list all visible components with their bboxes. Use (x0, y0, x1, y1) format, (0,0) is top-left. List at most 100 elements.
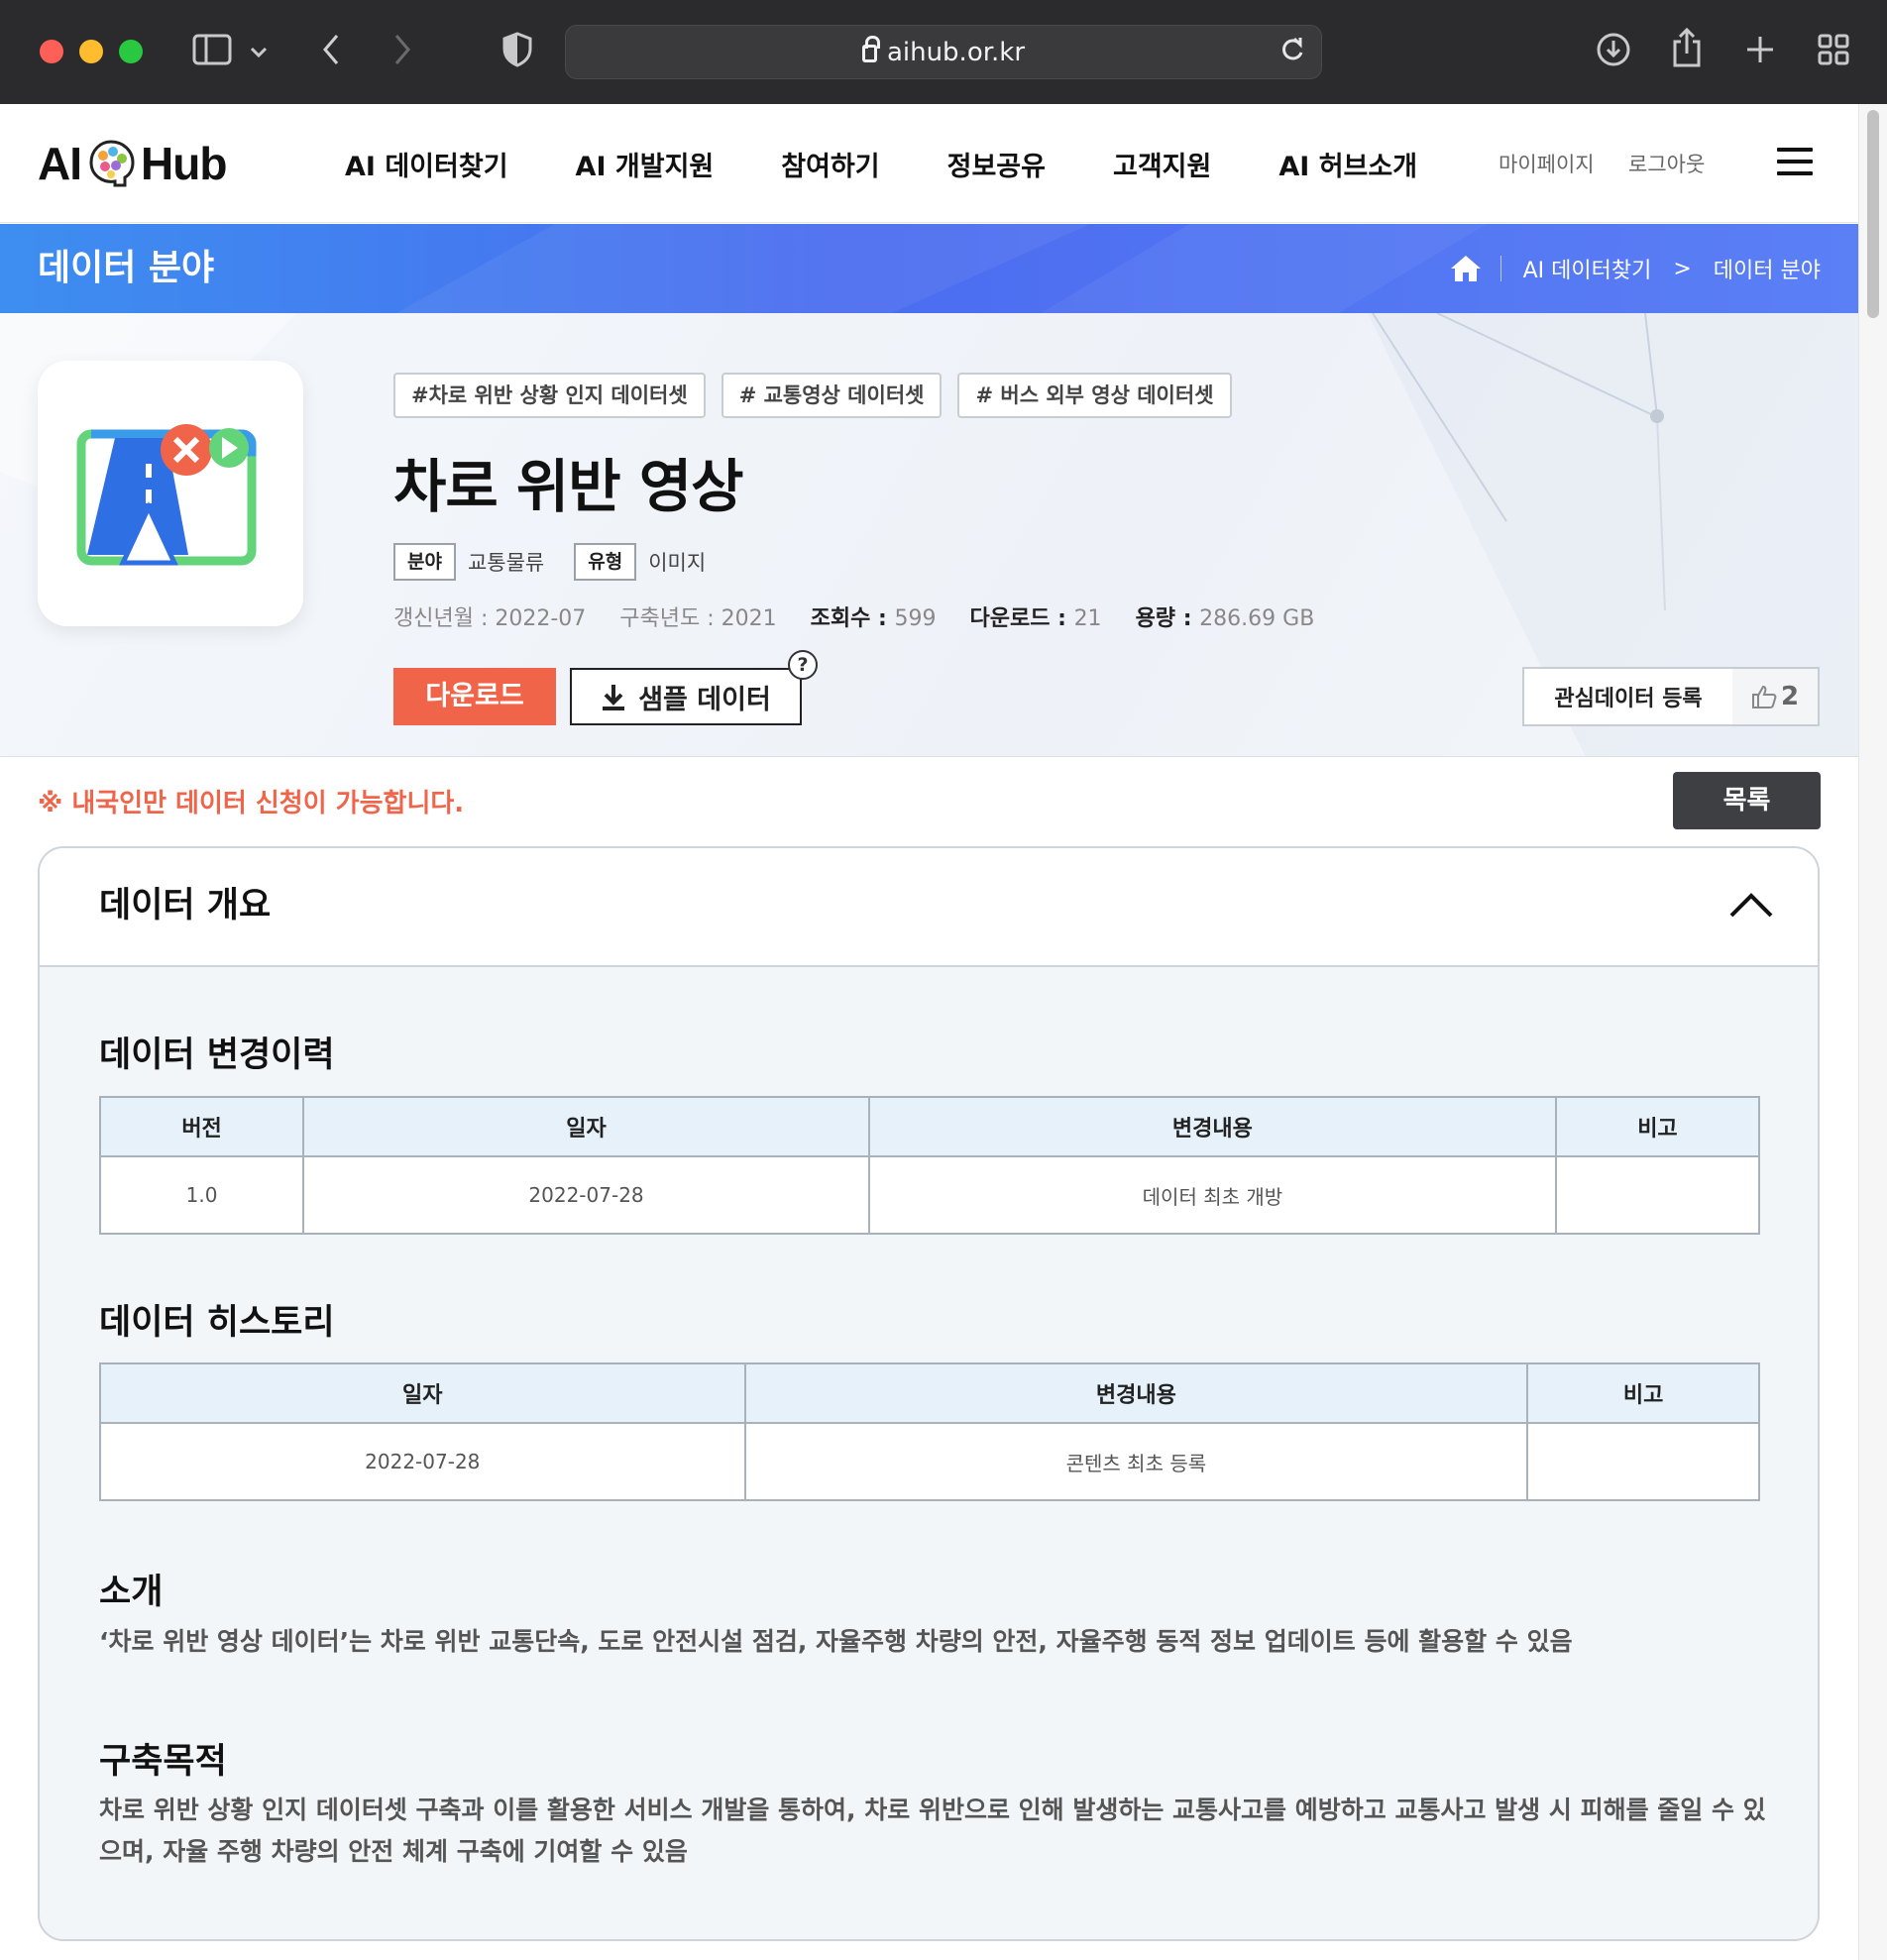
tab-overview-icon[interactable] (1812, 28, 1855, 71)
nav-participate[interactable]: 참여하기 (781, 145, 879, 183)
download-button[interactable]: 다운로드 (393, 668, 556, 725)
nav-about-aihub[interactable]: AI 허브소개 (1278, 145, 1417, 183)
list-button[interactable]: 목록 (1673, 772, 1821, 829)
type-value: 이미지 (648, 551, 707, 575)
page-scrollbar[interactable] (1858, 104, 1887, 1960)
logo-text-hub: Hub (141, 138, 227, 189)
sidebar-toggle-icon[interactable] (190, 28, 234, 71)
intro-text: ‘차로 위반 영상 데이터’는 차로 위반 교통단속, 도로 안전시설 점검, … (99, 1627, 1573, 1656)
sample-data-button[interactable]: 샘플 데이터 (570, 668, 802, 725)
nav-info-share[interactable]: 정보공유 (947, 145, 1046, 183)
type-label: 유형 (574, 543, 637, 581)
overview-header[interactable]: 데이터 개요 (40, 848, 1818, 967)
table-row: 1.0 2022-07-28 데이터 최초 개방 (98, 1155, 1761, 1235)
tag-bus-external-video[interactable]: # 버스 외부 영상 데이터셋 (957, 373, 1232, 418)
column-header: 일자 (99, 1362, 746, 1424)
home-icon[interactable] (1449, 254, 1483, 283)
tag-traffic-video[interactable]: # 교통영상 데이터셋 (721, 373, 943, 418)
table-cell: 데이터 최초 개방 (867, 1155, 1557, 1235)
breadcrumb-current[interactable]: 데이터 분야 (1714, 253, 1821, 284)
forward-icon[interactable] (381, 28, 424, 71)
built-year: 구축년도 : 2021 (619, 606, 777, 631)
column-header: 비고 (1526, 1362, 1760, 1424)
column-header: 버전 (98, 1096, 305, 1157)
change-history-table: 버전 일자 변경내용 비고 1.0 2022-07-28 데이터 최초 개방 (98, 1096, 1761, 1235)
column-header: 변경내용 (867, 1096, 1557, 1157)
close-window-button[interactable] (40, 40, 63, 63)
purpose-text: 차로 위반 상황 인지 데이터셋 구축과 이를 활용한 서비스 개발을 통하여,… (99, 1796, 1766, 1866)
column-header: 변경내용 (743, 1362, 1529, 1424)
download-count: 다운로드 : 21 (969, 600, 1101, 632)
column-header: 일자 (302, 1096, 870, 1157)
table-cell (1526, 1422, 1760, 1501)
zoom-window-button[interactable] (119, 40, 143, 63)
browser-toolbar: aihub.or.kr (0, 0, 1887, 104)
menu-icon[interactable] (1777, 148, 1813, 177)
scrollbar-thumb[interactable] (1867, 110, 1879, 318)
dataset-hero: #차로 위반 상황 인지 데이터셋 # 교통영상 데이터셋 # 버스 외부 영상… (0, 313, 1858, 757)
nav-ai-data-search[interactable]: AI 데이터찾기 (345, 145, 508, 183)
view-count: 조회수 : 599 (811, 600, 937, 632)
share-icon[interactable] (1665, 27, 1709, 71)
table-cell (1554, 1155, 1761, 1235)
favorite-data: 관심데이터 등록 2 (1522, 667, 1820, 726)
breadcrumb-divider (1499, 256, 1501, 281)
minimize-window-button[interactable] (79, 40, 103, 63)
shield-icon[interactable] (496, 28, 539, 71)
table-cell: 2022-07-28 (302, 1155, 870, 1235)
page-title: 데이터 분야 (38, 248, 215, 288)
address-bar[interactable]: aihub.or.kr (565, 25, 1322, 79)
column-header: 비고 (1554, 1096, 1761, 1157)
table-cell: 콘텐츠 최초 등록 (743, 1422, 1529, 1501)
download-count-label: 다운로드 : (969, 606, 1074, 631)
help-icon[interactable]: ? (788, 650, 818, 680)
favorite-button[interactable]: 관심데이터 등록 (1524, 681, 1732, 712)
url-text: aihub.or.kr (886, 38, 1026, 67)
chevron-up-icon[interactable] (1728, 884, 1774, 929)
logout-link[interactable]: 로그아웃 (1628, 104, 1705, 223)
data-history-title: 데이터 히스토리 (99, 1303, 335, 1343)
overview-panel: 데이터 개요 데이터 변경이력 버전 일자 변경내용 비고 1.0 2022-0… (38, 846, 1820, 1941)
field-value: 교통물류 (467, 551, 545, 575)
updated-date: 갱신년월 : 2022-07 (393, 606, 587, 631)
view-count-value: 599 (894, 606, 937, 631)
table-cell: 1.0 (98, 1155, 305, 1235)
chevron-down-icon[interactable] (244, 28, 274, 71)
table-cell: 2022-07-28 (99, 1422, 746, 1501)
download-arrow-icon (603, 685, 625, 710)
nav-customer-support[interactable]: 고객지원 (1113, 145, 1211, 183)
aihub-logo[interactable]: AI Hub (38, 134, 227, 193)
nav-ai-dev-support[interactable]: AI 개발지원 (576, 145, 715, 183)
back-icon[interactable] (309, 28, 353, 71)
breadcrumb-ai-data[interactable]: AI 데이터찾기 (1523, 253, 1652, 284)
lane-violation-icon (76, 424, 257, 566)
breadcrumb-arrow: > (1673, 256, 1692, 281)
like-button[interactable]: 2 (1732, 669, 1818, 724)
domestic-only-notice: ※ 내국인만 데이터 신청이 가능합니다. (38, 789, 465, 818)
site-header: AI Hub AI 데이터찾기 AI 개발지원 참여하기 정보공유 고객지원 A… (0, 104, 1858, 223)
breadcrumb: AI 데이터찾기 > 데이터 분야 (1449, 224, 1821, 313)
purpose-title: 구축목적 (99, 1742, 227, 1782)
dataset-meta: 분야 교통물류 유형 이미지 (393, 543, 735, 581)
lock-icon (861, 36, 880, 62)
dataset-stats: 갱신년월 : 2022-07 구축년도 : 2021 조회수 : 599 다운로… (393, 600, 1348, 632)
table-row: 2022-07-28 콘텐츠 최초 등록 (99, 1422, 1760, 1501)
sample-data-label: 샘플 데이터 (638, 684, 771, 715)
thumbs-up-icon (1751, 685, 1777, 708)
dataset-tags: #차로 위반 상황 인지 데이터셋 # 교통영상 데이터셋 # 버스 외부 영상… (393, 373, 1248, 418)
data-size-label: 용량 : (1135, 606, 1200, 631)
page-banner: 데이터 분야 AI 데이터찾기 > 데이터 분야 (0, 224, 1858, 313)
like-count: 2 (1780, 682, 1800, 711)
intro-title: 소개 (99, 1573, 164, 1612)
tag-lane-violation[interactable]: #차로 위반 상황 인지 데이터셋 (393, 373, 706, 418)
view-count-label: 조회수 : (810, 606, 895, 631)
dataset-title: 차로 위반 영상 (393, 453, 744, 520)
logo-text-ai: AI (38, 138, 82, 189)
mypage-link[interactable]: 마이페이지 (1498, 104, 1595, 223)
main-nav: AI 데이터찾기 AI 개발지원 참여하기 정보공유 고객지원 AI 허브소개 (345, 104, 1485, 223)
download-icon[interactable] (1592, 28, 1635, 71)
data-history-table: 일자 변경내용 비고 2022-07-28 콘텐츠 최초 등록 (99, 1362, 1760, 1501)
reload-icon[interactable] (1276, 35, 1309, 70)
dataset-thumbnail (38, 361, 303, 626)
new-tab-icon[interactable] (1738, 28, 1782, 71)
